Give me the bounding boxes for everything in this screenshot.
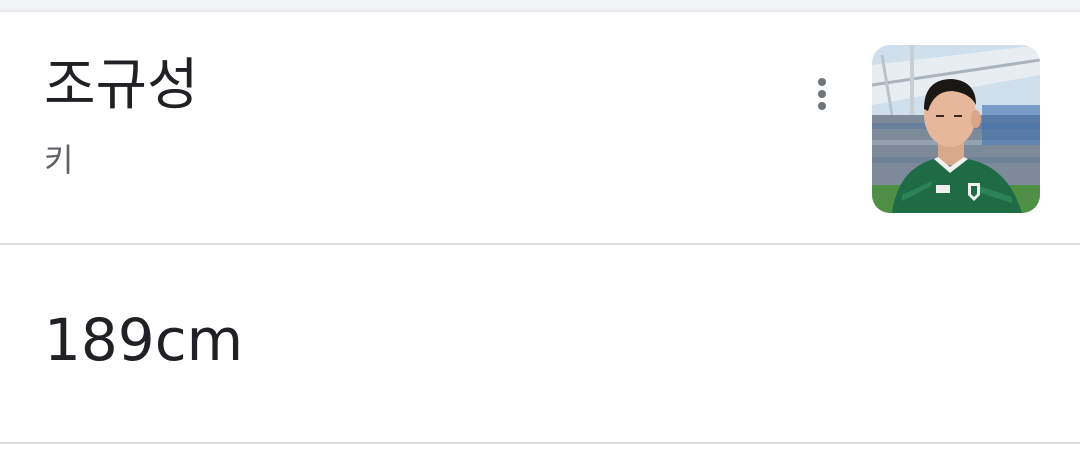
answer-card: 189cm — [0, 245, 1080, 442]
player-photo-thumbnail[interactable] — [872, 45, 1040, 213]
top-separator — [0, 0, 1080, 12]
more-vert-icon-dot — [818, 78, 826, 86]
more-vert-icon-dot — [818, 102, 826, 110]
more-options-button[interactable] — [798, 70, 846, 118]
section-divider — [0, 442, 1080, 444]
entity-name: 조규성 — [44, 53, 199, 118]
height-value: 189cm — [44, 306, 244, 374]
player-photo — [872, 45, 1040, 213]
entity-attribute-label: 키 — [44, 141, 74, 179]
more-vert-icon-dot — [818, 90, 826, 98]
entity-header-card: 조규성 키 — [0, 12, 1080, 244]
